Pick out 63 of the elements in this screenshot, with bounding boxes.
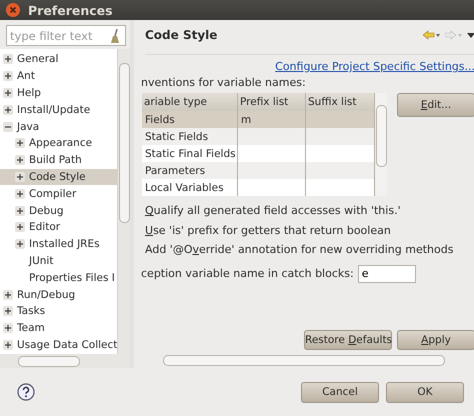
tree-item[interactable]: Install/Update <box>0 101 117 118</box>
table-row[interactable]: Fields m <box>142 111 375 128</box>
tree-item[interactable]: Compiler <box>0 185 117 202</box>
expand-icon[interactable] <box>15 206 25 216</box>
filter-field[interactable]: type filter text <box>6 25 126 46</box>
restore-defaults-button[interactable]: Restore Defaults <box>304 330 392 350</box>
tree-item[interactable]: JUnit <box>0 252 117 270</box>
window-title: Preferences <box>28 2 113 18</box>
expand-icon[interactable] <box>15 138 25 148</box>
tree-item[interactable]: Usage Data Collect <box>0 336 117 354</box>
tree-item[interactable]: Installed JREs <box>0 236 117 253</box>
tree-item[interactable]: Java <box>0 118 117 135</box>
edit-button[interactable]: Edit... <box>397 93 474 117</box>
tree-item[interactable]: Debug <box>0 202 117 219</box>
expand-icon[interactable] <box>15 239 25 250</box>
expand-icon[interactable] <box>3 340 13 350</box>
table-cell: Local Variables <box>142 179 238 196</box>
expand-icon[interactable] <box>15 188 25 199</box>
expand-icon[interactable] <box>3 306 13 316</box>
back-arrow-icon[interactable] <box>423 30 441 40</box>
exception-name-field[interactable]: e <box>358 264 416 282</box>
apply-button[interactable]: Apply <box>397 330 474 350</box>
ok-button[interactable]: OK <box>386 382 464 402</box>
help-icon[interactable] <box>17 383 35 401</box>
expand-icon[interactable] <box>3 54 13 64</box>
tree-item[interactable]: Code Style <box>0 168 117 186</box>
option-label: Use 'is' prefix for getters that return boolean <box>145 224 392 238</box>
vertical-scrollbar[interactable] <box>375 93 387 196</box>
tree-item[interactable]: General <box>0 51 117 68</box>
page-title: Code Style <box>145 28 218 42</box>
tree-item[interactable]: Ant <box>0 68 117 85</box>
exception-name-label: ception variable name in catch blocks: <box>141 267 354 280</box>
option-label: Qualify all generated field accesses with 'this.' <box>145 204 402 219</box>
broom-icon[interactable] <box>110 28 120 42</box>
expand-icon[interactable] <box>15 222 25 232</box>
vertical-scrollbar[interactable] <box>117 49 130 354</box>
menu-caret-icon[interactable] <box>467 30 474 40</box>
expand-icon[interactable] <box>3 88 13 98</box>
tree-item[interactable]: Properties Files I <box>0 269 117 286</box>
table-row[interactable]: Parameters <box>142 162 375 179</box>
tree-item[interactable]: Editor <box>0 218 117 236</box>
section-label: nventions for variable names: <box>141 76 307 89</box>
tree-item[interactable]: Build Path <box>0 152 117 169</box>
cancel-button[interactable]: Cancel <box>301 382 379 402</box>
expand-icon[interactable] <box>15 155 25 166</box>
horizontal-scrollbar[interactable] <box>0 354 130 368</box>
option-label: Add '@Override' annotation for new overriding methods <box>145 243 454 258</box>
tree-item[interactable]: Appearance <box>0 134 117 152</box>
close-icon[interactable] <box>6 3 20 17</box>
table-row[interactable]: Static Fields <box>142 128 375 145</box>
expand-icon[interactable] <box>3 71 13 82</box>
tree-item[interactable]: Run/Debug <box>0 286 117 303</box>
expand-icon[interactable] <box>3 290 13 300</box>
expand-icon[interactable] <box>3 323 13 334</box>
expand-icon[interactable] <box>3 104 13 115</box>
table-cell: Parameters <box>142 162 238 179</box>
tree-item[interactable]: Tasks <box>0 302 117 320</box>
table-cell: Static Fields <box>142 128 238 145</box>
tree-item[interactable]: Team <box>0 320 117 337</box>
configure-link[interactable]: Configure Project Specific Settings... <box>275 60 474 73</box>
collapse-icon[interactable] <box>3 122 13 132</box>
tree-item[interactable]: Help <box>0 84 117 102</box>
expand-icon[interactable] <box>15 172 25 182</box>
